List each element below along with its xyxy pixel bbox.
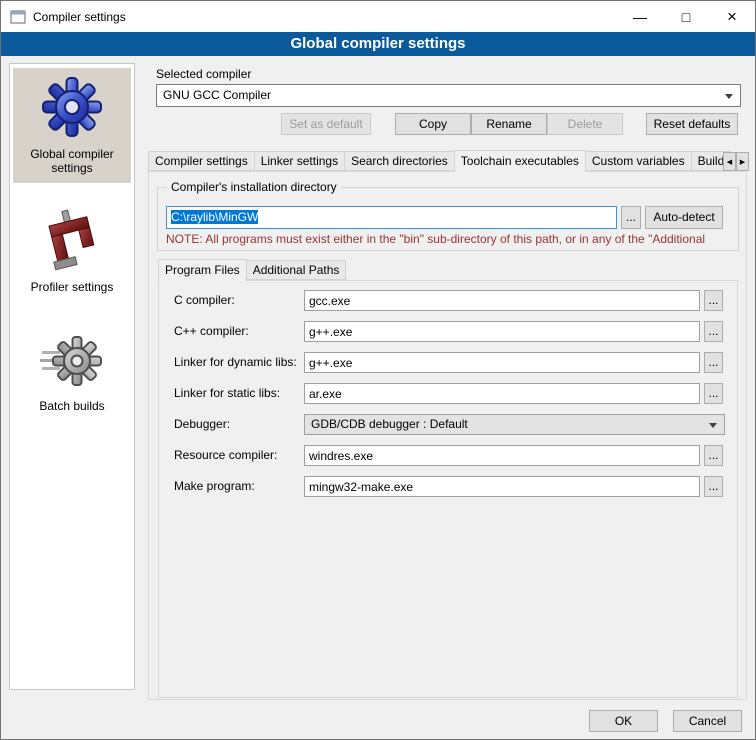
make-program-input[interactable]: [304, 476, 700, 497]
c-compiler-browse-button[interactable]: ...: [704, 290, 723, 311]
installation-directory-label: Compiler's installation directory: [167, 180, 341, 194]
chevron-down-icon: [725, 94, 733, 99]
tab-scroll-left-icon[interactable]: ◀: [723, 152, 736, 171]
selected-compiler-combobox[interactable]: GNU GCC Compiler: [156, 84, 741, 107]
compiler-settings-window: Compiler settings — □ × Global compiler …: [0, 0, 756, 740]
sidebar-item-label: Batch builds: [15, 399, 129, 413]
settings-tabstrip: Compiler settings Linker settings Search…: [148, 150, 730, 171]
app-icon: [10, 9, 26, 25]
profiler-clamp-icon: [40, 208, 104, 272]
browse-directory-button[interactable]: ...: [621, 206, 641, 229]
program-files-tabstrip: Program Files Additional Paths: [158, 259, 345, 280]
static-linker-browse-button[interactable]: ...: [704, 383, 723, 404]
cpp-compiler-input[interactable]: [304, 321, 700, 342]
copy-button[interactable]: Copy: [395, 113, 471, 135]
cpp-compiler-label: C++ compiler:: [174, 321, 249, 342]
sidebar-item-profiler-settings[interactable]: Profiler settings: [13, 201, 131, 302]
delete-button[interactable]: Delete: [547, 113, 623, 135]
cancel-button[interactable]: Cancel: [673, 710, 742, 732]
dynamic-linker-input[interactable]: [304, 352, 700, 373]
set-as-default-button[interactable]: Set as default: [281, 113, 371, 135]
make-program-label: Make program:: [174, 476, 255, 497]
cpp-compiler-browse-button[interactable]: ...: [704, 321, 723, 342]
selected-compiler-label: Selected compiler: [156, 67, 251, 81]
window-title: Compiler settings: [33, 10, 126, 24]
installation-directory-value: C:\raylib\MinGW: [171, 210, 258, 224]
resource-compiler-browse-button[interactable]: ...: [704, 445, 723, 466]
tab-linker-settings[interactable]: Linker settings: [254, 151, 345, 171]
tab-custom-variables[interactable]: Custom variables: [585, 151, 692, 171]
minimize-button-icon[interactable]: —: [617, 1, 663, 32]
resource-compiler-input[interactable]: [304, 445, 700, 466]
tab-program-files[interactable]: Program Files: [158, 259, 247, 281]
debugger-combobox[interactable]: GDB/CDB debugger : Default: [304, 414, 725, 435]
c-compiler-input[interactable]: [304, 290, 700, 311]
tab-compiler-settings[interactable]: Compiler settings: [148, 151, 255, 171]
static-linker-input[interactable]: [304, 383, 700, 404]
dynamic-linker-label: Linker for dynamic libs:: [174, 352, 297, 373]
chevron-down-icon: [709, 423, 717, 428]
debugger-label: Debugger:: [174, 414, 230, 435]
sidebar-item-global-compiler-settings[interactable]: Global compiler settings: [13, 68, 131, 183]
sidebar-item-label: Profiler settings: [15, 280, 129, 294]
titlebar: Compiler settings — □ ×: [1, 1, 755, 32]
blue-gear-icon: [40, 75, 104, 139]
static-linker-label: Linker for static libs:: [174, 383, 280, 404]
debugger-value: GDB/CDB debugger : Default: [311, 417, 468, 431]
sidebar-item-label: Global compiler settings: [15, 147, 129, 175]
page-title: Global compiler settings: [1, 32, 755, 56]
tab-toolchain-executables[interactable]: Toolchain executables: [454, 150, 586, 172]
installation-directory-input[interactable]: C:\raylib\MinGW: [166, 206, 617, 229]
selected-compiler-value: GNU GCC Compiler: [163, 88, 271, 102]
gray-gear-icon: [40, 327, 104, 391]
rename-button[interactable]: Rename: [471, 113, 547, 135]
c-compiler-label: C compiler:: [174, 290, 235, 311]
auto-detect-button[interactable]: Auto-detect: [645, 206, 723, 229]
settings-category-sidebar: Global compiler settings: [9, 63, 135, 690]
resource-compiler-label: Resource compiler:: [174, 445, 277, 466]
sidebar-item-batch-builds[interactable]: Batch builds: [13, 320, 131, 421]
bin-subdirectory-note: NOTE: All programs must exist either in …: [166, 232, 736, 246]
reset-defaults-button[interactable]: Reset defaults: [646, 113, 738, 135]
tab-search-directories[interactable]: Search directories: [344, 151, 455, 171]
close-button-icon[interactable]: ×: [709, 1, 755, 32]
tab-scroll-right-icon[interactable]: ▶: [736, 152, 749, 171]
dynamic-linker-browse-button[interactable]: ...: [704, 352, 723, 373]
ok-button[interactable]: OK: [589, 710, 658, 732]
maximize-button-icon[interactable]: □: [663, 1, 709, 32]
make-program-browse-button[interactable]: ...: [704, 476, 723, 497]
tab-additional-paths[interactable]: Additional Paths: [246, 260, 347, 280]
